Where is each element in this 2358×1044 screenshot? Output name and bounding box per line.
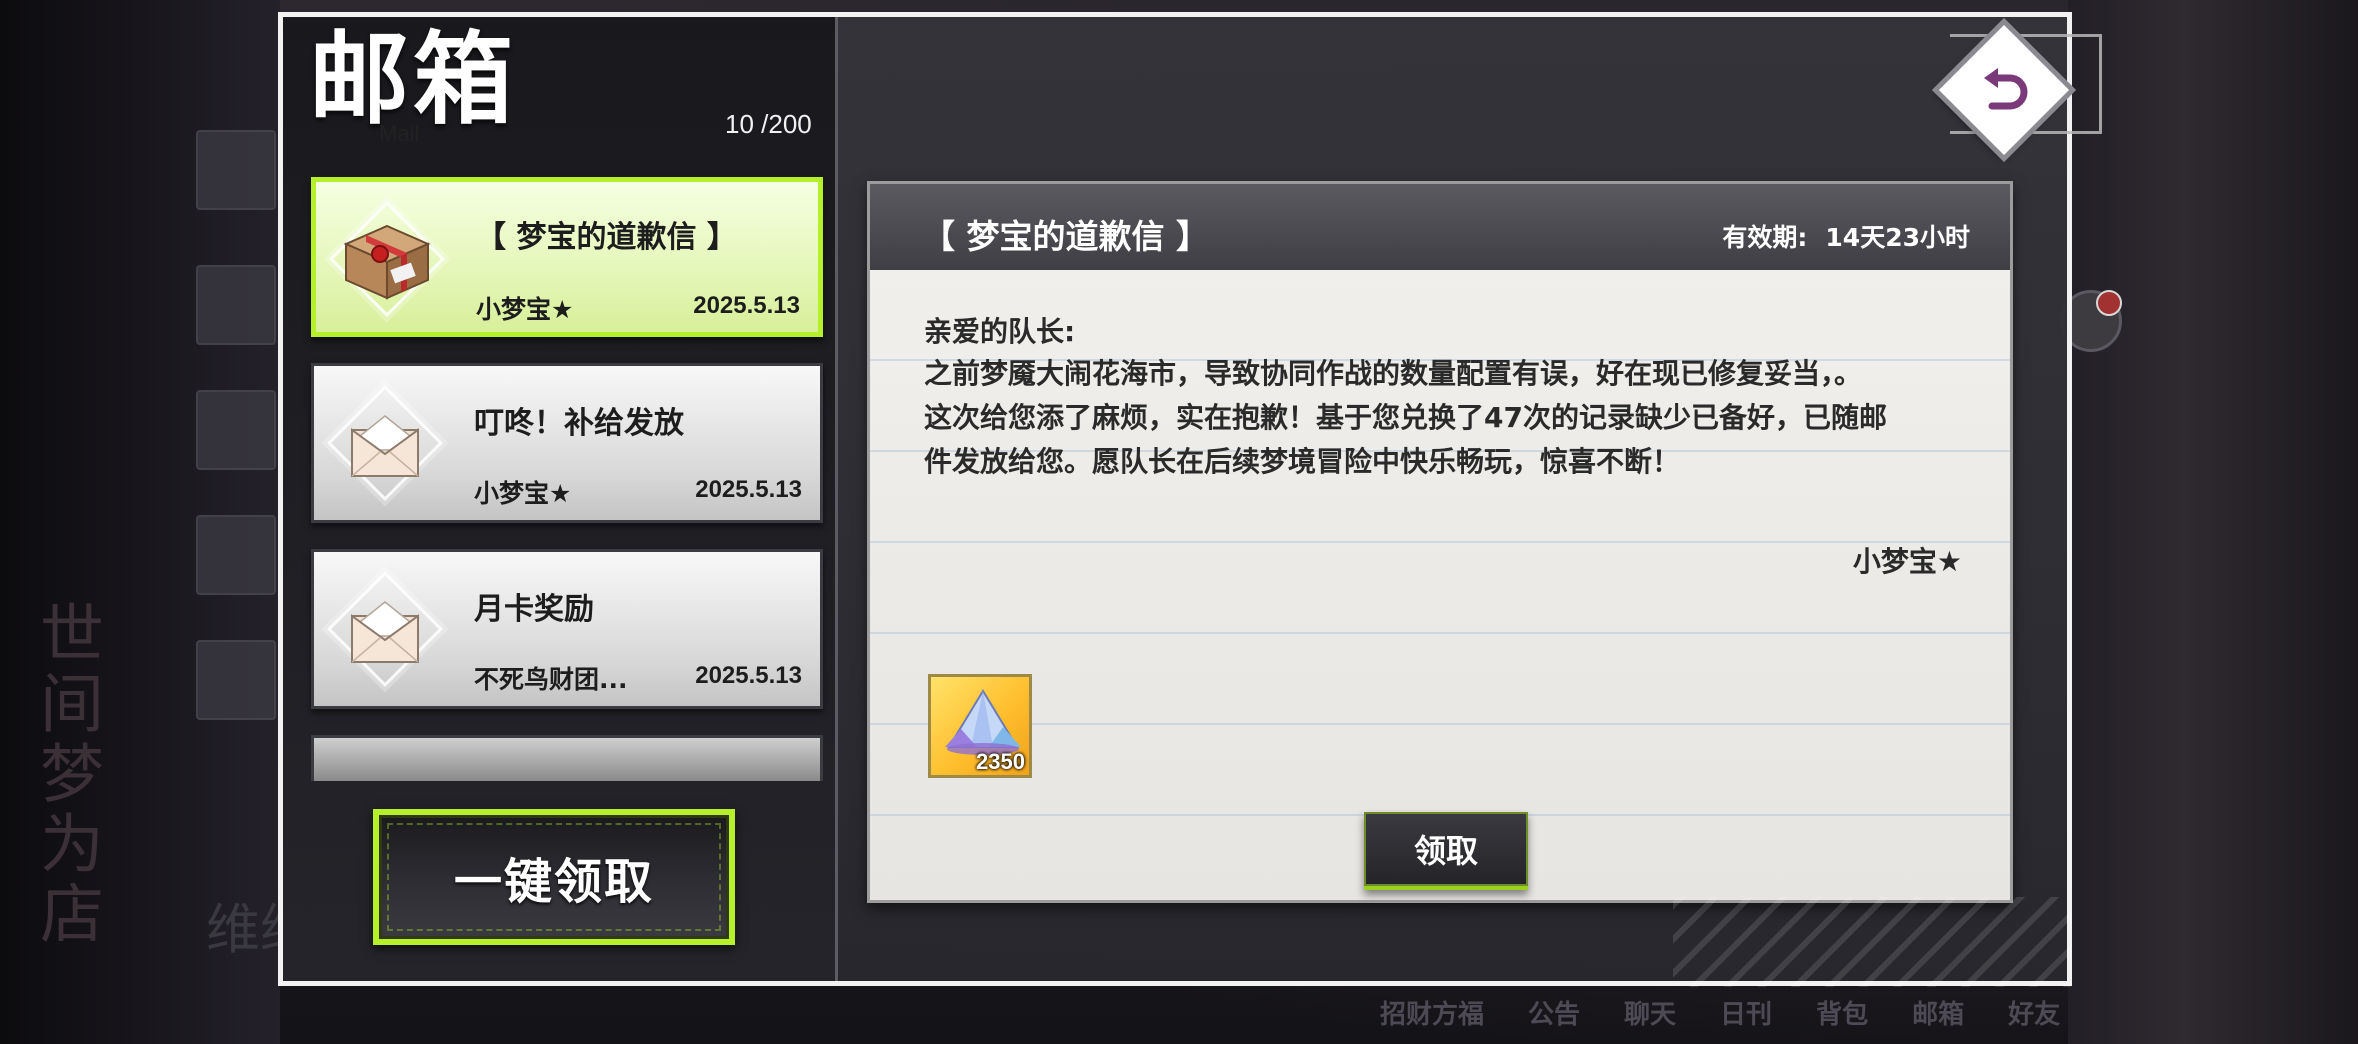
mail-title: 月卡奖励 [474,592,594,627]
reward-quantity: 2350 [976,749,1025,774]
mail-count: 10 /200 [725,109,812,139]
envelope-icon [327,385,443,501]
back-button[interactable] [1928,14,2078,164]
claim-all-button[interactable]: 一键领取 [373,809,735,945]
notification-dot-icon [2096,290,2122,316]
background-character-card [196,640,276,720]
mail-sender: 小梦宝★ [474,479,572,508]
validity-value: 14天23小时 [1825,223,1970,252]
bottom-nav-item: 好友 [2008,1000,2061,1030]
letter-signature: 小梦宝★ [1852,545,1962,578]
mail-item-partial[interactable] [311,735,823,781]
bottom-nav-item: 邮箱 [1912,1000,1965,1030]
validity-label: 有效期: [1722,223,1808,252]
background-character-card [196,390,276,470]
mail-title: 【 梦宝的道歉信 】 [476,220,737,255]
bottom-nav-item: 日刊 [1720,1000,1773,1030]
background-bottom-nav: 招财方福 公告 聊天 日刊 背包 邮箱 好友 [1380,994,2060,1031]
claim-button[interactable]: 领取 [1364,812,1528,890]
decorative-stripes [1673,897,2071,987]
letter-line: 之前梦魇大闹花海市，导致协同作战的数量配置有误，好在现已修复妥当，。 [924,357,1863,390]
mail-date: 2025.5.13 [695,662,802,689]
bottom-nav-item: 公告 [1528,1000,1581,1030]
mail-item-apology-letter[interactable]: 【 梦宝的道歉信 】 小梦宝★ 2025.5.13 [311,177,823,337]
letter-line: 这次给您添了麻烦，实在抱歉！基于您兑换了47次的记录缺少已备好，已随邮 [924,401,1887,434]
bottom-nav-item: 背包 [1816,1000,1869,1030]
mail-detail-header: 【 梦宝的道歉信 】 有效期: 14天23小时 [870,184,2010,270]
bottom-nav-item: 聊天 [1624,1000,1677,1030]
letter-line: 件发放给您。愿队长在后续梦境冒险中快乐畅玩，惊喜不断！ [924,445,1681,478]
letter-greeting: 亲爱的队长: [924,315,1076,348]
envelope-icon [327,571,443,687]
background-character-card [196,130,276,210]
background-side-text: 世间梦为店 [29,600,103,950]
page-title: 邮箱 [309,20,517,138]
mail-date: 2025.5.13 [693,292,800,319]
mail-item-supply-drop[interactable]: 叮咚！补给发放 小梦宝★ 2025.5.13 [311,363,823,523]
page-subtitle: Mail [379,121,420,146]
letter-body: 之前梦魇大闹花海市，导致协同作战的数量配置有误，好在现已修复妥当，。 这次给您添… [924,352,1964,484]
bottom-nav-item: 招财方福 [1380,1000,1485,1030]
mail-item-monthly-card[interactable]: 月卡奖励 不死鸟财团... 2025.5.13 [311,549,823,709]
background-character-card [196,515,276,595]
mail-list-column: 邮箱 Mail 10 /200 【 梦宝的道歉信 】 小梦宝★ 2025.5.1… [283,17,838,981]
gift-box-icon [329,201,445,317]
mail-detail: 【 梦宝的道歉信 】 有效期: 14天23小时 亲爱的队长: 之前梦魇大闹花海市… [867,181,2013,903]
mail-list[interactable]: 【 梦宝的道歉信 】 小梦宝★ 2025.5.13 叮咚！补给发放 小梦宝★ 2… [311,177,829,781]
reward-item[interactable]: 2350 [928,674,1032,778]
background-character-card [196,265,276,345]
mail-title: 叮咚！补给发放 [474,406,684,441]
mail-date: 2025.5.13 [695,476,802,503]
mailbox-panel: 邮箱 Mail 10 /200 【 梦宝的道歉信 】 小梦宝★ 2025.5.1… [278,12,2072,987]
validity-info: 有效期: 14天23小时 [1722,218,1970,254]
return-arrow-icon [1984,68,2028,110]
mail-detail-title: 【 梦宝的道歉信 】 [922,217,1209,256]
background-right-panel [2068,0,2358,1044]
mail-sender: 小梦宝★ [476,295,574,324]
mail-sender: 不死鸟财团... [474,665,628,694]
